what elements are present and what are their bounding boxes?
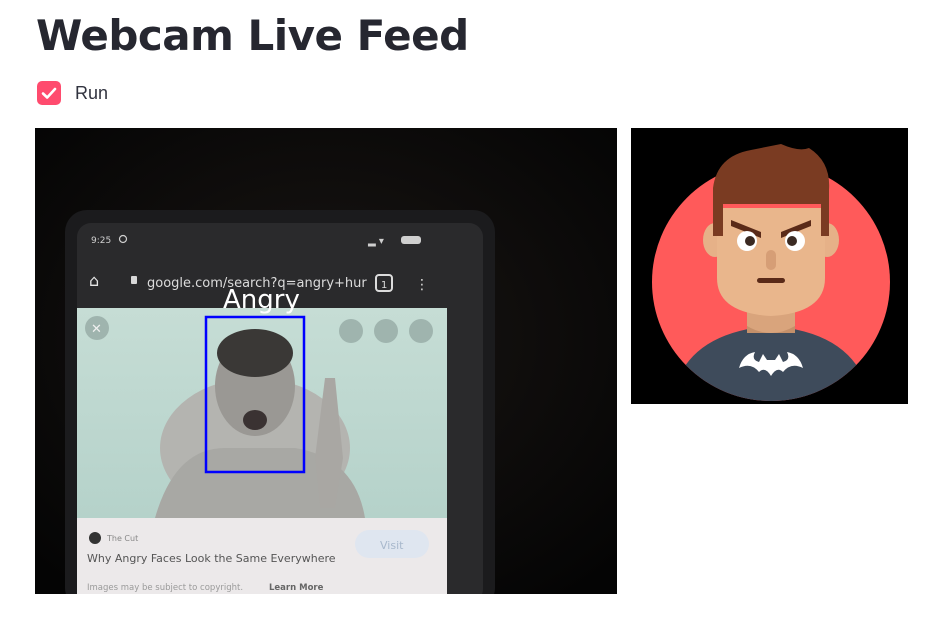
angry-avatar-icon [631,128,908,404]
emotion-emoji-panel [631,128,908,404]
phone-copyright-note: Images may be subject to copyright. [87,583,243,593]
checkbox-checked-icon[interactable] [37,81,61,105]
phone-result-title: Why Angry Faces Look the Same Everywhere [87,552,336,565]
webcam-feed: 9:25 ▂ ▾ ⌂ google.com/search?q=angry+hur… [35,128,617,594]
phone-visit-button: Visit [380,539,404,552]
webcam-frame: 9:25 ▂ ▾ ⌂ google.com/search?q=angry+hur… [35,128,617,594]
phone-home-icon: ⌂ [89,271,99,290]
phone-status-time: 9:25 [91,236,111,246]
svg-text:✕: ✕ [91,322,102,337]
run-checkbox-label: Run [75,82,109,103]
emotion-label: Angry [223,285,300,315]
svg-text:▂ ▾: ▂ ▾ [367,236,384,247]
phone-result-source: The Cut [106,534,138,543]
svg-text:⋮: ⋮ [415,277,429,293]
page-title: Webcam Live Feed [36,11,469,60]
phone-learn-more: Learn More [269,583,324,593]
phone-tab-count: 1 [381,280,387,291]
run-checkbox[interactable]: Run [37,80,108,106]
